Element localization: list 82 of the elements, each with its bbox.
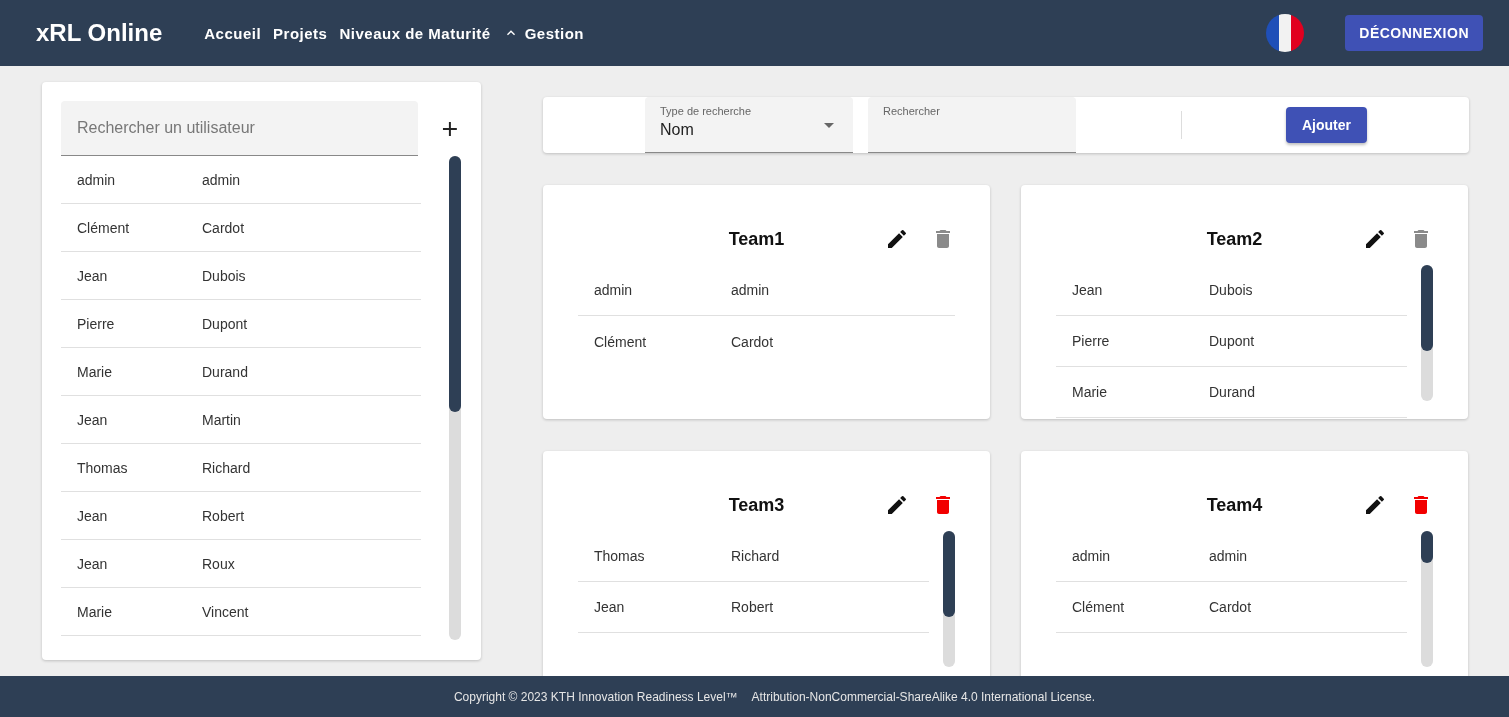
user-row[interactable]: Thomas Richard	[61, 444, 421, 492]
first-name: admin	[1072, 548, 1112, 564]
scrollbar-track[interactable]	[1421, 265, 1433, 401]
scrollbar-track[interactable]	[1421, 531, 1433, 667]
french-flag-icon[interactable]	[1265, 13, 1306, 53]
last-name: Cardot	[1209, 599, 1253, 615]
user-row[interactable]: admin admin	[61, 156, 421, 204]
last-name: Dubois	[202, 267, 247, 284]
last-name: Robert	[731, 599, 775, 615]
team-title: Team2	[1205, 228, 1264, 250]
first-name: Clément	[594, 333, 648, 350]
search-field[interactable]: Rechercher	[868, 97, 1076, 153]
last-name: Richard	[202, 459, 252, 476]
last-name: Vincent	[202, 603, 250, 620]
license-text: Attribution-NonCommercial-ShareAlike 4.0 International License.	[751, 689, 1096, 704]
last-name: Cardot	[202, 219, 246, 236]
last-name: admin	[202, 171, 242, 188]
scrollbar-thumb[interactable]	[1421, 531, 1433, 563]
last-name: Dubois	[1209, 282, 1254, 298]
copyright-text: Copyright © 2023 KTH Innovation Readiness Level™	[453, 689, 738, 704]
first-name: Jean	[77, 507, 109, 524]
nav-link[interactable]: Niveaux de Maturité	[339, 24, 491, 42]
first-name: Pierre	[77, 315, 116, 332]
user-row[interactable]: Marie Vincent	[61, 588, 421, 636]
dropdown-caret-icon	[824, 123, 834, 128]
user-row[interactable]: Marie Durand	[61, 348, 421, 396]
team-title: Team4	[1205, 494, 1264, 516]
brand-title: xRL Online	[36, 19, 163, 47]
last-name: Dupont	[1209, 333, 1256, 349]
scrollbar-thumb[interactable]	[1421, 265, 1433, 351]
team-title: Team3	[727, 494, 786, 516]
field-value: Nom	[660, 121, 695, 139]
first-name: Jean	[77, 411, 109, 428]
edit-button[interactable]	[1363, 493, 1387, 517]
user-row[interactable]: Jean Roux	[61, 540, 421, 588]
add-button[interactable]: Ajouter	[1286, 107, 1367, 143]
first-name: Marie	[77, 603, 113, 620]
first-name: Clément	[1072, 599, 1126, 615]
scrollbar-track[interactable]	[449, 156, 461, 640]
last-name: Durand	[1209, 384, 1256, 400]
first-name: Clément	[77, 219, 131, 236]
scrollbar-thumb[interactable]	[943, 531, 955, 617]
last-name: Cardot	[731, 333, 775, 350]
nav-menu-label: Gestion	[524, 24, 585, 42]
user-row[interactable]: Jean Martin	[61, 396, 421, 444]
scrollbar-track[interactable]	[943, 531, 955, 667]
first-name: admin	[594, 282, 634, 298]
first-name: Jean	[77, 555, 109, 572]
first-name: Jean	[594, 599, 626, 615]
last-name: admin	[1209, 548, 1249, 564]
last-name: Dupont	[202, 315, 249, 332]
user-row[interactable]: Jean Dubois	[61, 252, 421, 300]
last-name: Richard	[731, 548, 781, 564]
user-row[interactable]: Pierre Dupont	[61, 300, 421, 348]
last-name: Roux	[202, 555, 236, 572]
user-row[interactable]: Jean Robert	[61, 492, 421, 540]
last-name: admin	[731, 282, 771, 298]
field-label: Type de recherche	[660, 105, 753, 117]
search-field[interactable]: Rechercher un utilisateur	[61, 101, 419, 156]
user-row[interactable]: Clément Cardot	[61, 204, 421, 252]
first-name: Pierre	[1072, 333, 1111, 349]
first-name: Marie	[77, 363, 113, 380]
first-name: Jean	[77, 267, 109, 284]
last-name: Robert	[202, 507, 246, 524]
logout-button[interactable]: DÉCONNEXION	[1345, 15, 1483, 51]
first-name: Thomas	[77, 459, 129, 476]
last-name: Martin	[202, 411, 242, 428]
field-label: Rechercher	[883, 105, 941, 117]
first-name: admin	[77, 171, 117, 188]
edit-button[interactable]	[1363, 227, 1387, 251]
nav-link[interactable]: Projets	[273, 24, 328, 42]
edit-button[interactable]	[885, 227, 909, 251]
team-title: Team1	[727, 228, 786, 250]
first-name: Thomas	[594, 548, 646, 564]
first-name: Jean	[1072, 282, 1104, 298]
edit-button[interactable]	[885, 493, 909, 517]
last-name: Durand	[202, 363, 249, 380]
nav-link[interactable]: Accueil	[204, 24, 262, 42]
first-name: Marie	[1072, 384, 1108, 400]
nav-menu[interactable]: Gestion	[502, 24, 585, 42]
search-type-select[interactable]: Type de recherche Nom	[645, 97, 853, 153]
scrollbar-thumb[interactable]	[449, 156, 461, 412]
